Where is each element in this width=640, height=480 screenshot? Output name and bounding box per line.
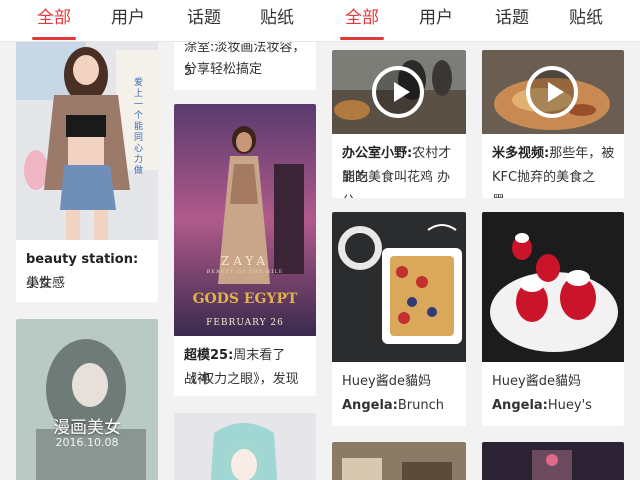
card-caption-line2: 美女	[26, 276, 53, 291]
card-subauthor: Angela:	[342, 398, 398, 413]
tab-all[interactable]: 全部	[24, 0, 84, 40]
card-caption-line2: Angela:Huey's	[492, 394, 616, 418]
feed-pane-left: 涂室:淡妆画法妆容，5 分享轻松搞定 爱上一个能同心力做 beauty stat…	[0, 0, 320, 480]
feed-card[interactable]: 爱上一个能同心力做 beauty station:小性感 美女	[16, 20, 158, 302]
tab-users[interactable]: 用户	[98, 0, 158, 40]
tab-topics[interactable]: 话题	[482, 0, 542, 40]
card-image	[332, 442, 466, 480]
card-author: beauty station:	[26, 252, 139, 267]
feed-card[interactable]	[482, 442, 624, 480]
comic-date: 2016.10.08	[55, 436, 119, 449]
feed-pane-right: 办公室小野:农村才能吃 到的美食叫花鸡 办公... 米多视频:那些年，被 KFC…	[320, 0, 640, 480]
active-tab-indicator	[340, 37, 384, 40]
card-image: ZAYA BEAUTY OF THE NILE GODS EGYPT FEBRU…	[174, 104, 316, 336]
poster-title: ZAYA	[220, 254, 270, 268]
feed-card[interactable]	[174, 413, 316, 480]
card-image: 漫画美女 2016.10.08	[16, 319, 158, 480]
tab-stickers[interactable]: 贴纸	[556, 0, 616, 40]
tab-all[interactable]: 全部	[332, 0, 392, 40]
card-caption-line2: Angela:Brunch	[342, 394, 458, 418]
poster-subtitle: BEAUTY OF THE NILE	[206, 269, 284, 275]
poster-brand: GODS EGYPT	[192, 291, 298, 307]
tab-topics[interactable]: 话题	[174, 0, 234, 40]
card-author: 超模25:	[184, 348, 234, 363]
feed-card[interactable]: Huey酱de貓妈 Angela:Huey's	[482, 212, 624, 426]
card-caption: 米多视频:那些年，被	[492, 142, 616, 166]
feed-card[interactable]: Huey酱de貓妈 Angela:Brunch	[332, 212, 466, 426]
card-author: Huey酱de貓妈	[342, 374, 431, 389]
image-handwriting: 爱上一个能同心力做	[134, 78, 144, 176]
tab-stickers[interactable]: 贴纸	[247, 0, 307, 40]
card-caption-line2: 战·权力之眼》，发现	[184, 372, 299, 387]
tab-users[interactable]: 用户	[406, 0, 466, 40]
card-text: Huey's	[547, 398, 592, 413]
card-image: 爱上一个能同心力做	[16, 20, 158, 240]
feed-card[interactable]	[332, 442, 466, 480]
card-image	[332, 50, 466, 134]
feed-card[interactable]: 漫画美女 2016.10.08	[16, 319, 158, 480]
video-card[interactable]: 办公室小野:农村才能吃 到的美食叫花鸡 办公...	[332, 50, 466, 198]
card-author: 办公室小野:	[342, 146, 413, 161]
active-tab-indicator	[32, 37, 76, 40]
card-caption-line2: KFC抛弃的美食之墨...	[492, 170, 596, 198]
feed-card[interactable]: ZAYA BEAUTY OF THE NILE GODS EGYPT FEBRU…	[174, 104, 316, 396]
card-caption-line2: 到的美食叫花鸡 办公...	[342, 170, 451, 198]
card-image	[482, 212, 624, 362]
card-image	[482, 50, 624, 134]
card-caption-line2: 分享轻松搞定	[184, 62, 263, 77]
card-subauthor: Angela:	[492, 398, 548, 413]
card-text: 那些年，被	[549, 146, 615, 161]
card-image	[482, 442, 624, 480]
tab-bar: 全部 用户 话题 贴纸	[0, 0, 320, 42]
card-image	[174, 413, 316, 480]
play-icon[interactable]	[372, 66, 424, 118]
video-card[interactable]: 米多视频:那些年，被 KFC抛弃的美食之墨...	[482, 50, 624, 198]
card-author: Huey酱de貓妈	[492, 374, 581, 389]
play-icon[interactable]	[526, 66, 578, 118]
tab-bar: 全部 用户 话题 贴纸	[320, 0, 640, 42]
card-author: 米多视频:	[492, 146, 550, 161]
poster-date: FEBRUARY 26	[206, 318, 284, 328]
card-text: Brunch	[397, 398, 445, 413]
comic-title: 漫画美女	[53, 418, 121, 438]
card-image	[332, 212, 466, 362]
